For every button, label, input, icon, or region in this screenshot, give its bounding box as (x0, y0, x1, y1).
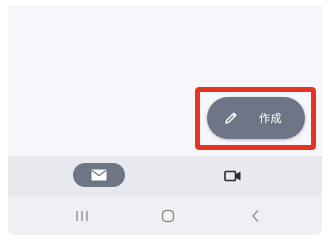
system-navigation-bar (8, 196, 322, 235)
back-button[interactable] (246, 206, 266, 226)
nav-item-mail[interactable] (73, 163, 125, 187)
mail-icon (91, 169, 107, 181)
video-camera-icon (224, 170, 241, 182)
nav-item-meet[interactable] (221, 164, 245, 188)
pencil-icon (225, 112, 237, 124)
home-button[interactable] (158, 206, 178, 226)
back-icon (252, 210, 259, 222)
compose-label: 作成 (259, 112, 282, 125)
phone-screen: 作成 (8, 6, 322, 235)
compose-button[interactable]: 作成 (207, 97, 305, 139)
recent-apps-icon (76, 211, 88, 221)
home-icon (161, 209, 175, 223)
bottom-navigation (8, 156, 322, 196)
recent-apps-button[interactable] (72, 206, 92, 226)
